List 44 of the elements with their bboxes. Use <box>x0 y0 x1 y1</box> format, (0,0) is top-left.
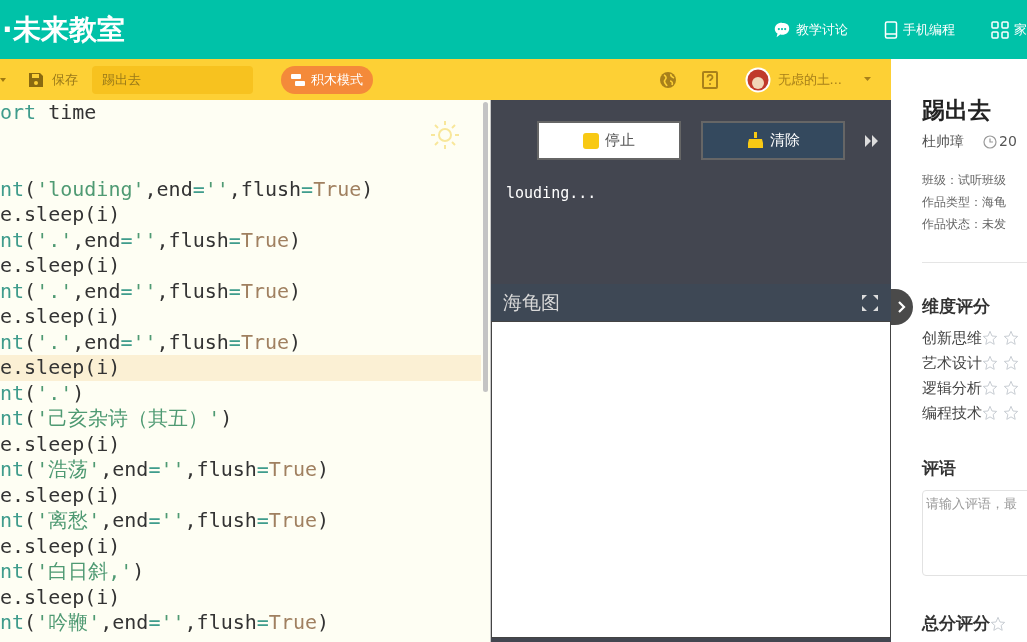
code-line: e.sleep(i) <box>0 431 122 457</box>
code-line: e.sleep(i) <box>0 304 122 330</box>
info-line: 作品类型：海龟 <box>922 194 1007 211</box>
rating-label: 艺术设计 <box>922 352 982 374</box>
nav-link[interactable]: 教学讨论 <box>773 19 848 40</box>
info-line: 作品状态：未发 <box>922 216 1007 233</box>
turtle-title: 海龟图 <box>503 290 560 316</box>
code-line: ort time <box>0 100 98 126</box>
nav-link[interactable]: 手机编程 <box>884 19 955 40</box>
code-line: nt('浩荡',end='',flush=True) <box>0 457 331 483</box>
user-name[interactable]: 无虑的土... <box>777 69 842 90</box>
work-title: 踢出去 <box>922 96 992 125</box>
code-line: nt('己亥杂诗（其五）') <box>0 406 234 432</box>
code-line: nt('白日斜,') <box>0 559 146 585</box>
code-line: e.sleep(i) <box>0 584 122 610</box>
code-line: nt('吟鞭',end='',flush=True) <box>0 610 331 636</box>
code-line: nt('.',end='',flush=True) <box>0 329 303 355</box>
code-line: e.sleep(i) <box>0 202 122 228</box>
stop-button[interactable]: 停止 <box>537 121 681 160</box>
section-heading: 评语 <box>922 456 957 480</box>
section-heading: 维度评分 <box>922 295 991 318</box>
title-field[interactable]: 踢出去 <box>92 65 253 94</box>
rating-label: 逻辑分析 <box>922 377 982 399</box>
date-text: 20 <box>999 132 1017 151</box>
nav-link[interactable]: 家 <box>991 19 1027 40</box>
comment-field[interactable]: 请输入评语，最 <box>922 490 1027 576</box>
code-line: nt('louding',end='',flush=True) <box>0 176 375 202</box>
clear-button[interactable]: 清除 <box>701 121 845 160</box>
code-line: nt('.',end='',flush=True) <box>0 278 303 304</box>
code-line: e.sleep(i) <box>0 482 122 508</box>
code-line: e.sleep(i) <box>0 253 122 279</box>
info-line: 班级：试听班级 <box>922 172 1007 189</box>
code-line: nt('.',end='',flush=True) <box>0 227 303 253</box>
save-button[interactable]: 保存 <box>28 69 78 90</box>
author-name: 杜帅璋 <box>922 132 964 151</box>
console-output: louding... <box>506 183 598 204</box>
rating-label: 编程技术 <box>922 402 982 424</box>
code-line: e.sleep(i) <box>0 533 122 559</box>
code-line: nt('离愁',end='',flush=True) <box>0 508 331 534</box>
section-heading: 总分评分 <box>922 612 990 635</box>
rating-label: 创新思维 <box>922 327 982 349</box>
site-logo[interactable]: ·未来教室 <box>2 8 125 51</box>
block-mode-button[interactable]: 积木模式 <box>281 65 373 94</box>
code-line: nt('.') <box>0 380 86 406</box>
